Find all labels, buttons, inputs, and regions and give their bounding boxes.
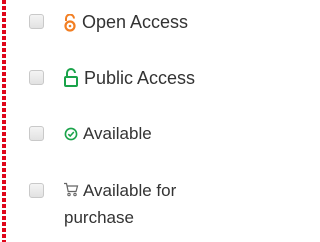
check-circle-icon [64,127,78,141]
filter-available[interactable]: Available [0,118,253,150]
filter-available-for-purchase[interactable]: Available for purchase [0,175,253,237]
access-filter-list: Open Access Public Access Available Avai… [0,0,253,242]
filter-label-purchase: purchase [64,208,134,227]
unlocked-padlock-icon [63,68,79,88]
filter-label-available-for: Available for [83,181,177,200]
checkbox-open-access[interactable] [29,14,44,29]
filter-label-available: Available [83,124,152,143]
checkbox-public-access[interactable] [29,70,44,85]
cart-icon [63,182,79,197]
filter-label-open-access: Open Access [82,12,189,32]
checkbox-available[interactable] [29,126,44,141]
checkbox-available-for-purchase[interactable] [29,183,44,198]
open-lock-icon [63,14,77,32]
filter-label-public-access: Public Access [84,68,196,88]
filter-open-access[interactable]: Open Access [0,6,253,38]
filter-public-access[interactable]: Public Access [0,62,253,94]
